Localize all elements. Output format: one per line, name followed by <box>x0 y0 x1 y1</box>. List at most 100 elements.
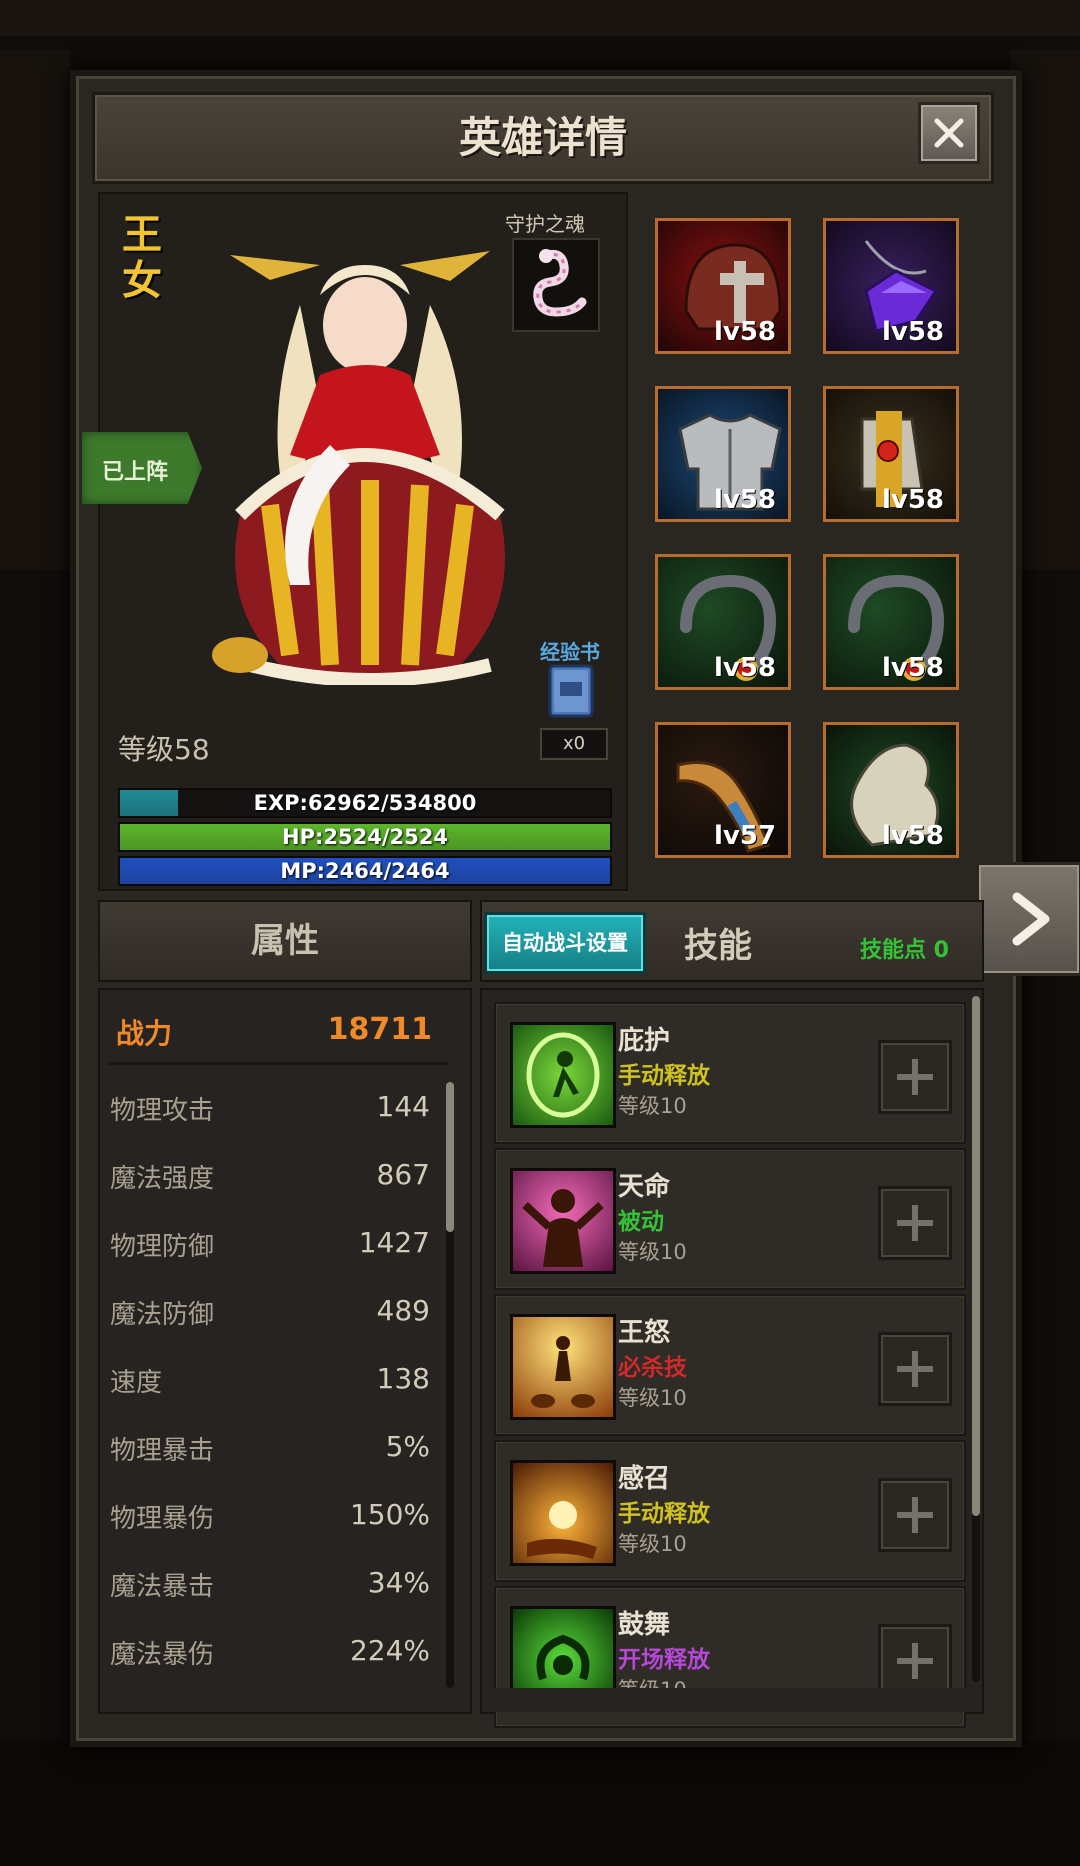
hp-bar-text: HP:2524/2524 <box>282 825 448 849</box>
power-label: 战力 <box>116 1017 173 1050</box>
upgrade-skill-button[interactable] <box>878 1040 952 1114</box>
exp-book-count: x0 <box>540 728 608 760</box>
deployed-label: 已上阵 <box>102 460 169 485</box>
skill-name: 感召 <box>618 1464 671 1494</box>
auto-battle-settings-button[interactable]: 自动战斗设置 <box>484 912 646 974</box>
skill-name: 王怒 <box>618 1318 671 1348</box>
deployed-badge: 已上阵 <box>82 432 202 504</box>
stat-label: 魔法暴伤 <box>110 1640 215 1670</box>
auto-battle-label: 自动战斗设置 <box>502 931 628 955</box>
skill-level: 等级10 <box>618 1240 687 1264</box>
upgrade-skill-button[interactable] <box>878 1186 952 1260</box>
skill-points: 技能点 0 <box>860 938 949 963</box>
equip-slot-ring-2[interactable]: lv58 <box>823 554 959 690</box>
stat-value: 489 <box>376 1294 430 1327</box>
skills-title: 技能 <box>684 926 752 966</box>
equip-level: lv58 <box>881 485 944 515</box>
equip-slot-relic[interactable]: lv58 <box>823 722 959 858</box>
wrath-skill-icon <box>510 1314 616 1420</box>
equip-slot-ring-1[interactable]: lv58 <box>655 554 791 690</box>
skill-type: 必杀技 <box>618 1355 687 1381</box>
hero-name: 王女 <box>122 212 162 304</box>
stat-row: 魔法暴伤 224% <box>110 1634 430 1678</box>
stat-value: 1427 <box>358 1226 430 1259</box>
stat-value: 150% <box>349 1498 430 1531</box>
dialog-header: 英雄详情 <box>92 92 994 184</box>
stat-row: 魔法防御 489 <box>110 1294 430 1338</box>
skills-scroll-thumb[interactable] <box>972 996 980 1516</box>
plus-icon <box>897 1351 933 1387</box>
skill-name: 庇护 <box>618 1026 671 1056</box>
hero-portrait-art <box>180 245 550 687</box>
background-bottom <box>0 1740 1080 1866</box>
fate-skill-icon <box>510 1168 616 1274</box>
skills-scrollbar[interactable] <box>972 996 980 1682</box>
exp-book-button[interactable] <box>540 660 604 720</box>
equip-level: lv58 <box>713 317 776 347</box>
attributes-scroll-thumb[interactable] <box>446 1082 454 1232</box>
hp-bar: HP:2524/2524 <box>118 822 612 852</box>
upgrade-skill-button[interactable] <box>878 1478 952 1552</box>
top-status-strip <box>0 0 1080 36</box>
background-hero-list <box>0 50 70 570</box>
skill-name: 鼓舞 <box>618 1610 671 1640</box>
plus-icon <box>897 1497 933 1533</box>
stat-value: 144 <box>376 1090 430 1123</box>
skill-item[interactable]: 感召 手动释放 等级10 <box>494 1440 966 1582</box>
attributes-header: 属性 <box>98 900 472 982</box>
exp-bar-text: EXP:62962/534800 <box>253 791 477 815</box>
stat-row: 物理攻击 144 <box>110 1090 430 1134</box>
stat-value: 224% <box>349 1634 430 1667</box>
stat-label: 魔法强度 <box>110 1164 215 1194</box>
close-button[interactable] <box>918 102 980 164</box>
skill-level: 等级10 <box>618 1094 687 1118</box>
attributes-title: 属性 <box>251 921 319 961</box>
skill-item[interactable]: 天命 被动 等级10 <box>494 1148 966 1290</box>
exp-bar: EXP:62962/534800 <box>118 788 612 818</box>
book-icon <box>548 664 594 718</box>
skill-type: 被动 <box>618 1209 664 1235</box>
skill-type: 开场释放 <box>618 1647 710 1673</box>
stat-row: 魔法强度 867 <box>110 1158 430 1202</box>
skill-level: 等级10 <box>618 1386 687 1410</box>
equip-slot-armor[interactable]: lv58 <box>655 386 791 522</box>
skill-item[interactable]: 庇护 手动释放 等级10 <box>494 1002 966 1144</box>
stat-value: 138 <box>376 1362 430 1395</box>
skills-list-clip <box>482 1688 978 1712</box>
stat-label: 速度 <box>110 1368 163 1398</box>
equip-slot-helmet[interactable]: lv58 <box>655 218 791 354</box>
skill-level: 等级10 <box>618 1532 687 1556</box>
stat-row: 物理暴击 5% <box>110 1430 430 1474</box>
shield-skill-icon <box>510 1022 616 1128</box>
equip-level: lv58 <box>713 485 776 515</box>
summon-skill-icon <box>510 1460 616 1566</box>
upgrade-skill-button[interactable] <box>878 1332 952 1406</box>
hero-level: 等级58 <box>118 733 210 766</box>
stat-label: 物理暴击 <box>110 1436 215 1466</box>
stat-row: 魔法暴击 34% <box>110 1566 430 1610</box>
attributes-scrollbar[interactable] <box>446 1082 454 1688</box>
stat-row: 物理防御 1427 <box>110 1226 430 1270</box>
mp-bar: MP:2464/2464 <box>118 856 612 886</box>
stat-label: 物理防御 <box>110 1232 215 1262</box>
equip-level: lv58 <box>713 653 776 683</box>
stat-label: 魔法防御 <box>110 1300 215 1330</box>
dialog-title: 英雄详情 <box>458 113 627 162</box>
stat-label: 物理攻击 <box>110 1096 215 1126</box>
equip-slot-amulet[interactable]: lv58 <box>823 218 959 354</box>
mp-bar-text: MP:2464/2464 <box>280 859 450 883</box>
upgrade-skill-button[interactable] <box>878 1624 952 1698</box>
equip-level: lv58 <box>881 821 944 851</box>
stat-value: 34% <box>367 1566 430 1599</box>
next-hero-button[interactable] <box>976 862 1080 976</box>
power-value: 18711 <box>327 1012 432 1047</box>
skill-type: 手动释放 <box>618 1063 710 1089</box>
stat-label: 物理暴伤 <box>110 1504 215 1534</box>
equip-slot-horn[interactable]: lv57 <box>655 722 791 858</box>
plus-icon <box>897 1643 933 1679</box>
skill-item[interactable]: 王怒 必杀技 等级10 <box>494 1294 966 1436</box>
equip-slot-boots[interactable]: lv58 <box>823 386 959 522</box>
stat-row: 物理暴伤 150% <box>110 1498 430 1542</box>
skill-name: 天命 <box>618 1172 671 1202</box>
equip-level: lv57 <box>713 821 776 851</box>
